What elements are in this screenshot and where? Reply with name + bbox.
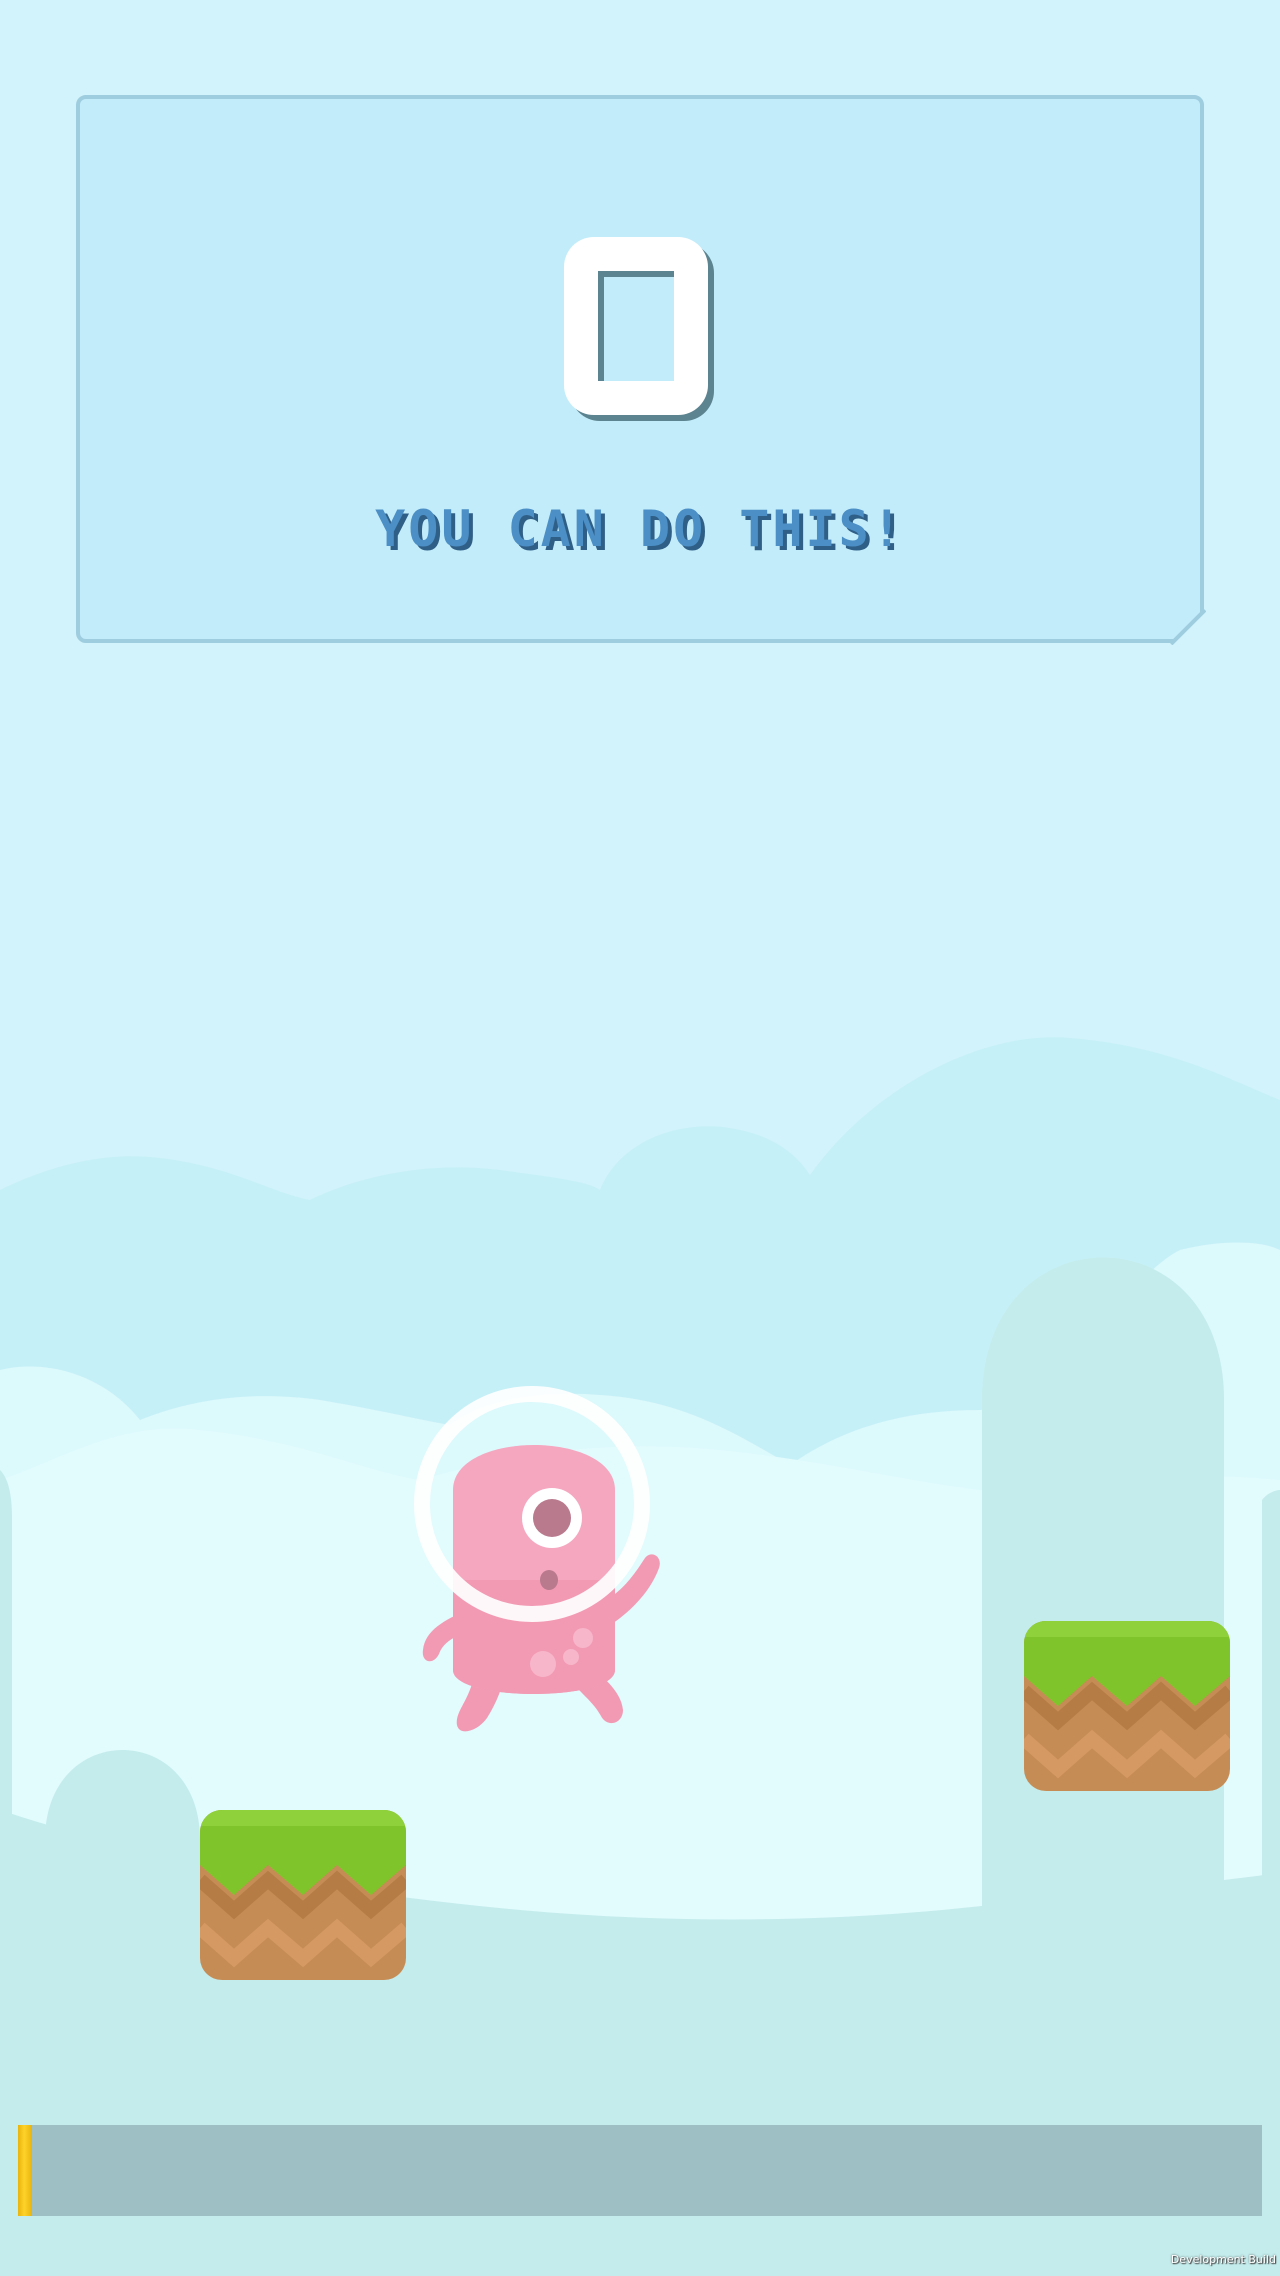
right-edge-hill (1262, 1490, 1280, 1900)
tall-hill (982, 1257, 1224, 1930)
development-build-label: Development Build (1170, 2253, 1276, 2266)
game-scene[interactable]: 0 YOU CAN DO THIS! (0, 0, 1280, 2276)
score-display: 0 (564, 237, 708, 415)
player-alien[interactable] (405, 1380, 665, 1740)
platform-right[interactable] (1024, 1621, 1230, 1791)
panel-corner (1170, 609, 1206, 645)
encouragement-text: YOU CAN DO THIS! (375, 500, 905, 558)
score-value: 0 (564, 237, 708, 415)
alien-mouth (540, 1570, 558, 1590)
progress-fill (18, 2125, 32, 2216)
platform-left[interactable] (200, 1810, 406, 1980)
left-hill (0, 1470, 12, 1830)
progress-bar (18, 2125, 1262, 2216)
